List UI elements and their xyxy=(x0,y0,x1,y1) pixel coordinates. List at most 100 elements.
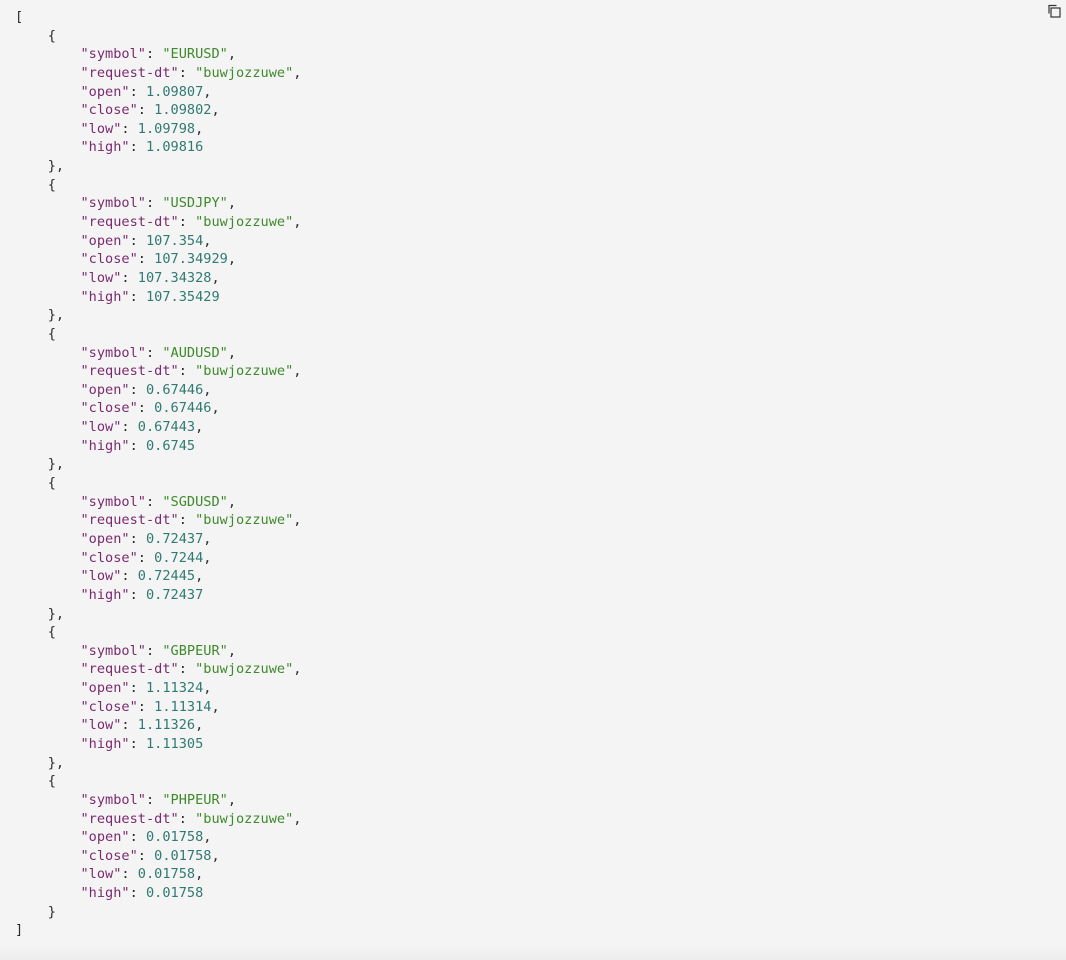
field-value: 1.09816 xyxy=(146,139,203,155)
record-open-brace: { xyxy=(15,624,56,641)
record-field-request-dt: "request-dt": "buwjozzuwe", xyxy=(80,512,302,529)
record-field-open: "open": 0.01758, xyxy=(80,829,212,846)
field-key: "symbol" xyxy=(80,493,146,510)
field-key: "low" xyxy=(80,866,122,883)
field-key: "high" xyxy=(80,586,130,603)
field-key: "high" xyxy=(80,885,130,902)
field-value-text: 1.09816 xyxy=(145,139,204,156)
field-key: "low" xyxy=(80,568,122,585)
field-value-text: SGDUSD xyxy=(170,493,220,510)
json-close-bracket: ] xyxy=(15,922,24,939)
record-open-brace: { xyxy=(15,176,56,193)
field-key: "high" xyxy=(80,139,130,156)
field-value-text: 1.11324 xyxy=(145,680,204,697)
record-field-high: "high": 1.11305 xyxy=(80,735,204,752)
bottom-shade xyxy=(0,946,1066,960)
field-value-text: PHPEUR xyxy=(170,791,220,808)
field-value: "buwjozzuwe" xyxy=(195,214,294,231)
field-value: 107.35429 xyxy=(146,289,220,305)
field-value-text: buwjozzuwe xyxy=(203,363,286,380)
field-key: "symbol" xyxy=(80,791,146,808)
field-key: "high" xyxy=(80,735,130,752)
field-key: "request-dt" xyxy=(80,810,179,827)
field-value-text: buwjozzuwe xyxy=(203,214,286,231)
field-value: 1.11324 xyxy=(146,680,203,696)
record-field-open: "open": 0.67446, xyxy=(80,381,212,398)
field-key: "open" xyxy=(80,232,130,249)
field-value: 0.72445 xyxy=(138,568,195,584)
record-field-open: "open": 1.09807, xyxy=(80,83,212,100)
field-value: 0.72437 xyxy=(146,531,203,547)
record-field-request-dt: "request-dt": "buwjozzuwe", xyxy=(80,810,302,827)
field-value-text: 0.01758 xyxy=(154,847,212,864)
field-value: "buwjozzuwe" xyxy=(195,512,294,529)
field-value-text: 107.34929 xyxy=(154,251,228,268)
record-field-close: "close": 0.01758, xyxy=(80,847,220,864)
json-records: { "symbol": "EURUSD", "request-dt": "buw… xyxy=(15,27,302,922)
field-key: "close" xyxy=(80,251,138,268)
copy-button[interactable] xyxy=(1046,3,1062,19)
field-value-text: 107.354 xyxy=(145,232,204,249)
record-field-low: "low": 0.72445, xyxy=(80,568,204,585)
field-value: 0.01758 xyxy=(146,885,203,901)
record-field-symbol: "symbol": "GBPEUR", xyxy=(80,642,237,659)
record-field-high: "high": 0.6745 xyxy=(80,437,196,454)
record-field-low: "low": 1.11326, xyxy=(80,717,204,734)
field-value: "EURUSD" xyxy=(162,46,228,63)
field-value-text: buwjozzuwe xyxy=(203,64,286,81)
field-value: "USDJPY" xyxy=(162,195,228,212)
record-field-high: "high": 107.35429 xyxy=(80,288,220,305)
field-value-text: buwjozzuwe xyxy=(203,810,286,827)
record-close-brace: } xyxy=(15,903,56,920)
field-value: 1.09807 xyxy=(146,84,203,100)
record-field-close: "close": 107.34929, xyxy=(80,251,237,268)
field-value-text: 1.09798 xyxy=(137,120,196,137)
record-close-brace: }, xyxy=(15,605,65,622)
record-open-brace: { xyxy=(15,27,56,44)
field-key: "close" xyxy=(80,698,138,715)
field-value-text: 0.67443 xyxy=(137,419,196,436)
json-viewer: [ { "symbol": "EURUSD", "request-dt": "b… xyxy=(0,0,1066,960)
record-open-brace: { xyxy=(15,475,56,492)
copy-icon xyxy=(1048,4,1061,18)
field-value: 0.6745 xyxy=(146,438,195,454)
field-value-text: 0.7244 xyxy=(154,549,204,566)
field-value: 0.01758 xyxy=(138,866,195,882)
json-code-block: [ { "symbol": "EURUSD", "request-dt": "b… xyxy=(15,8,301,940)
field-value-text: USDJPY xyxy=(170,195,220,212)
record-field-close: "close": 1.09802, xyxy=(80,102,220,119)
field-value-text: 1.11326 xyxy=(137,717,196,734)
record-field-low: "low": 1.09798, xyxy=(80,120,204,137)
field-key: "request-dt" xyxy=(80,363,179,380)
field-value: 107.34929 xyxy=(154,251,228,267)
record-open-brace: { xyxy=(15,325,56,342)
field-key: "low" xyxy=(80,419,122,436)
field-key: "low" xyxy=(80,717,122,734)
field-value-text: 1.11305 xyxy=(145,735,204,752)
record-field-request-dt: "request-dt": "buwjozzuwe", xyxy=(80,64,302,81)
field-value-text: 0.01758 xyxy=(145,829,204,846)
field-value: "buwjozzuwe" xyxy=(195,661,294,678)
record-field-high: "high": 1.09816 xyxy=(80,139,204,156)
field-value-text: buwjozzuwe xyxy=(203,661,286,678)
record-field-close: "close": 0.7244, xyxy=(80,549,212,566)
field-value-text: 1.11314 xyxy=(154,698,212,715)
field-value-text: 0.67446 xyxy=(154,400,212,417)
field-key: "low" xyxy=(80,269,122,286)
record-field-low: "low": 107.34328, xyxy=(80,269,220,286)
field-value: "PHPEUR" xyxy=(162,791,228,808)
field-value-text: 1.09807 xyxy=(145,83,204,100)
field-value: 0.7244 xyxy=(154,550,203,566)
field-value-text: 0.72445 xyxy=(137,568,196,585)
field-value: 0.01758 xyxy=(154,848,211,864)
record-field-low: "low": 0.67443, xyxy=(80,419,204,436)
field-value: "buwjozzuwe" xyxy=(195,363,294,380)
record-field-symbol: "symbol": "SGDUSD", xyxy=(80,493,237,510)
field-key: "symbol" xyxy=(80,642,146,659)
record-field-symbol: "symbol": "EURUSD", xyxy=(80,46,237,63)
field-value: 0.67443 xyxy=(138,419,195,435)
field-key: "request-dt" xyxy=(80,64,179,81)
record-field-open: "open": 107.354, xyxy=(80,232,212,249)
field-key: "request-dt" xyxy=(80,512,179,529)
field-value: 1.11314 xyxy=(154,699,211,715)
